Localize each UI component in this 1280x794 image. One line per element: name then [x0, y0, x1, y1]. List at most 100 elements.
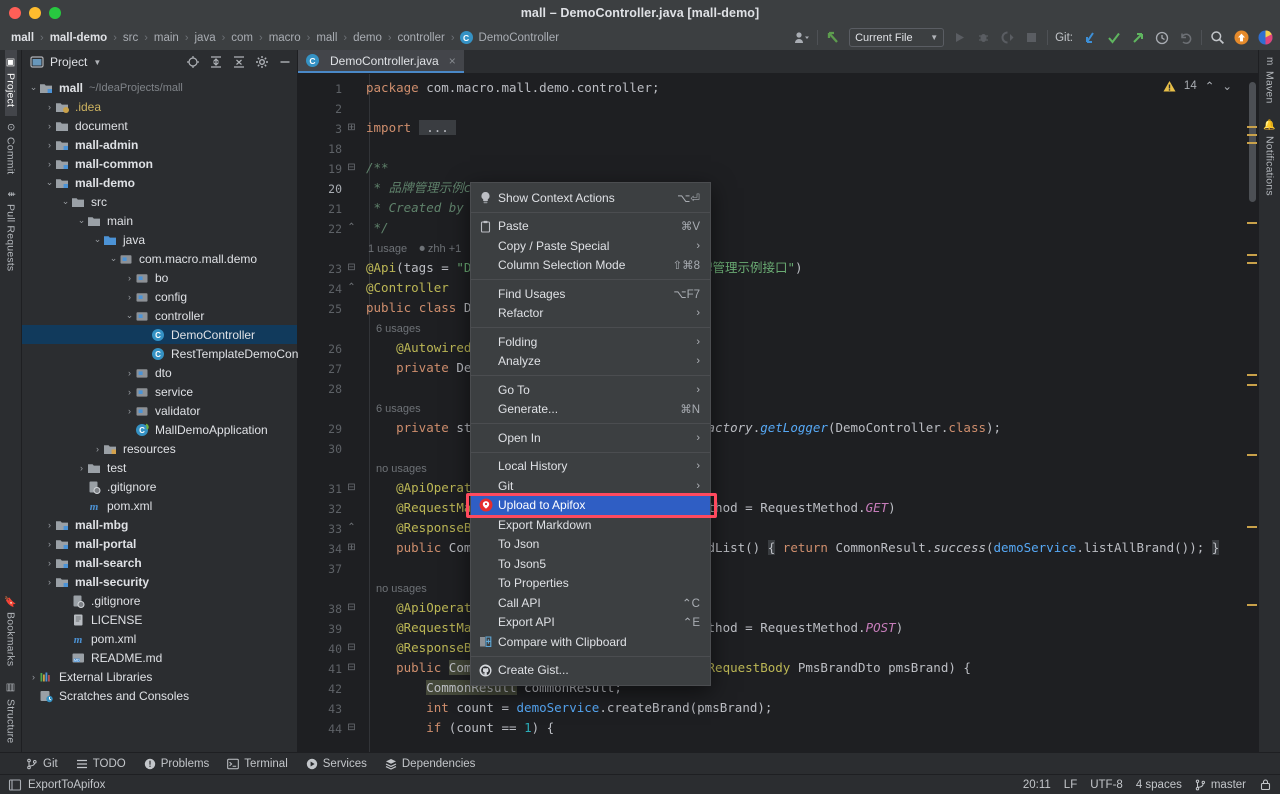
tree-node[interactable]: ·MDREADME.md — [22, 648, 297, 667]
code-vision-hint[interactable]: 6 usages — [376, 403, 421, 415]
breadcrumb-item-macro[interactable]: macro — [268, 32, 302, 44]
chevron-down-icon[interactable]: ⌄ — [76, 215, 87, 226]
tree-node[interactable]: ›External Libraries — [22, 667, 297, 686]
breadcrumb-item-src[interactable]: src — [122, 32, 139, 44]
chevron-right-icon[interactable]: › — [124, 387, 135, 397]
tree-node[interactable]: ›service — [22, 382, 297, 401]
chevron-right-icon[interactable]: · — [60, 634, 71, 644]
update-badge-icon[interactable] — [1233, 29, 1250, 46]
menu-item-export-markdown[interactable]: Export Markdown — [471, 515, 710, 535]
chevron-down-icon[interactable]: ▼ — [93, 58, 101, 67]
tree-node[interactable]: ⌄java — [22, 230, 297, 249]
bottom-item-git[interactable]: Git — [26, 758, 58, 770]
search-icon[interactable] — [1209, 29, 1226, 46]
code-line[interactable]: import ... — [366, 118, 456, 138]
code-line[interactable]: @ResponseB — [366, 518, 471, 538]
chevron-right-icon[interactable]: › — [28, 672, 39, 682]
menu-item-open-in[interactable]: Open In› — [471, 428, 710, 448]
chevron-down-icon[interactable]: ⌄ — [108, 253, 119, 264]
ide-icon[interactable] — [1257, 29, 1274, 46]
menu-item-show-context-actions[interactable]: Show Context Actions⌥⏎ — [471, 188, 710, 208]
code-line-fragment[interactable]: Factory.getLogger(DemoController.class); — [700, 418, 1001, 438]
bottom-item-services[interactable]: Services — [306, 758, 367, 770]
inspection-widget[interactable]: 14 ⌃ ⌄ — [1163, 79, 1232, 93]
chevron-down-icon[interactable]: ⌄ — [44, 177, 55, 188]
menu-item-paste[interactable]: Paste⌘V — [471, 217, 710, 237]
chevron-right-icon[interactable]: · — [124, 425, 135, 435]
editor-tab-democontroller[interactable]: C DemoController.java × — [298, 50, 464, 73]
git-update-icon[interactable] — [1081, 29, 1098, 46]
sidebar-item-pull-requests[interactable]: ⇟ Pull Requests — [5, 183, 17, 280]
chevron-right-icon[interactable]: · — [76, 501, 87, 511]
code-fold-toggle[interactable]: ⊟ — [346, 602, 357, 613]
tree-node[interactable]: ·Scratches and Consoles — [22, 686, 297, 705]
sidebar-item-notifications[interactable]: 🔔 Notifications — [1264, 112, 1276, 205]
project-tree[interactable]: ⌄mall~/IdeaProjects/mall›.idea›document›… — [22, 74, 297, 705]
menu-item-folding[interactable]: Folding› — [471, 332, 710, 352]
bottom-item-problems[interactable]: Problems — [144, 758, 210, 770]
code-fold-toggle[interactable]: ⊟ — [346, 722, 357, 733]
menu-item-compare-with-clipboard[interactable]: Compare with Clipboard — [471, 632, 710, 652]
menu-item-refactor[interactable]: Refactor› — [471, 304, 710, 324]
user-avatar-icon[interactable] — [793, 29, 810, 46]
code-line[interactable]: public Com — [366, 658, 471, 678]
tree-node[interactable]: ›test — [22, 458, 297, 477]
code-fold-toggle[interactable]: ⊟ — [346, 662, 357, 673]
git-push-icon[interactable] — [1129, 29, 1146, 46]
run-icon[interactable] — [951, 29, 968, 46]
chevron-right-icon[interactable]: › — [44, 140, 55, 150]
prev-problem-icon[interactable]: ⌃ — [1205, 79, 1215, 93]
breadcrumb-item-mall-demo[interactable]: mall-demo — [49, 32, 109, 44]
chevron-right-icon[interactable]: · — [140, 330, 151, 340]
tree-node[interactable]: ›config — [22, 287, 297, 306]
tree-node[interactable]: ⌄mall-demo — [22, 173, 297, 192]
git-branch-widget[interactable]: master — [1195, 779, 1246, 791]
file-encoding[interactable]: UTF-8 — [1090, 779, 1123, 791]
tree-node[interactable]: ⌄mall~/IdeaProjects/mall — [22, 78, 297, 97]
breadcrumb-item-com[interactable]: com — [230, 32, 254, 44]
tree-node[interactable]: ›document — [22, 116, 297, 135]
chevron-right-icon[interactable]: › — [124, 273, 135, 283]
code-line[interactable]: public Com — [366, 538, 471, 558]
breadcrumb-item-java[interactable]: java — [194, 32, 217, 44]
bottom-item-todo[interactable]: TODO — [76, 758, 126, 770]
chevron-down-icon[interactable]: ⌄ — [60, 196, 71, 207]
tree-node[interactable]: ⌄com.macro.mall.demo — [22, 249, 297, 268]
code-line[interactable]: @Controller — [366, 278, 449, 298]
menu-item-copy-paste-special[interactable]: Copy / Paste Special› — [471, 236, 710, 256]
chevron-right-icon[interactable]: › — [76, 463, 87, 473]
chevron-right-icon[interactable]: › — [44, 520, 55, 530]
code-fold-toggle[interactable]: ⊟ — [346, 162, 357, 173]
code-fold-toggle[interactable]: ⊟ — [346, 482, 357, 493]
tree-node[interactable]: ›dto — [22, 363, 297, 382]
chevron-right-icon[interactable]: › — [44, 558, 55, 568]
code-line[interactable]: private st — [366, 418, 471, 438]
code-fold-toggle[interactable]: ⊟ — [346, 262, 357, 273]
code-vision-hint[interactable]: 6 usages — [376, 323, 421, 335]
code-fold-toggle[interactable]: ⊞ — [346, 122, 357, 133]
sidebar-item-commit[interactable]: ⊙ Commit — [5, 116, 17, 183]
chevron-right-icon[interactable]: › — [44, 159, 55, 169]
chevron-right-icon[interactable]: › — [44, 577, 55, 587]
breadcrumb-item-democontroller[interactable]: DemoController — [478, 32, 561, 44]
tree-node[interactable]: ·CRestTemplateDemoController — [22, 344, 297, 363]
code-line[interactable]: package com.macro.mall.demo.controller; — [366, 78, 660, 98]
code-fold-toggle[interactable]: ⌃ — [346, 522, 357, 533]
chevron-down-icon[interactable]: ⌄ — [124, 310, 135, 321]
chevron-right-icon[interactable]: › — [44, 102, 55, 112]
chevron-right-icon[interactable]: › — [124, 368, 135, 378]
chevron-right-icon[interactable]: › — [44, 539, 55, 549]
code-line[interactable]: @Autowired — [366, 338, 471, 358]
menu-item-local-history[interactable]: Local History› — [471, 457, 710, 477]
tree-node[interactable]: ›validator — [22, 401, 297, 420]
breadcrumb-item-mall[interactable]: mall — [10, 32, 35, 44]
code-line[interactable]: @ResponseB — [366, 638, 471, 658]
menu-item-to-json[interactable]: To Json — [471, 535, 710, 555]
code-line-fragment[interactable]: ndList() { return CommonResult.success(d… — [700, 538, 1219, 558]
lock-icon[interactable] — [1259, 778, 1272, 791]
menu-item-to-properties[interactable]: To Properties — [471, 574, 710, 594]
tree-node-selected[interactable]: ·CDemoController — [22, 325, 297, 344]
rollback-icon[interactable] — [1177, 29, 1194, 46]
breadcrumb-item-controller[interactable]: controller — [397, 32, 446, 44]
code-line[interactable]: @ApiOperat — [366, 598, 471, 618]
